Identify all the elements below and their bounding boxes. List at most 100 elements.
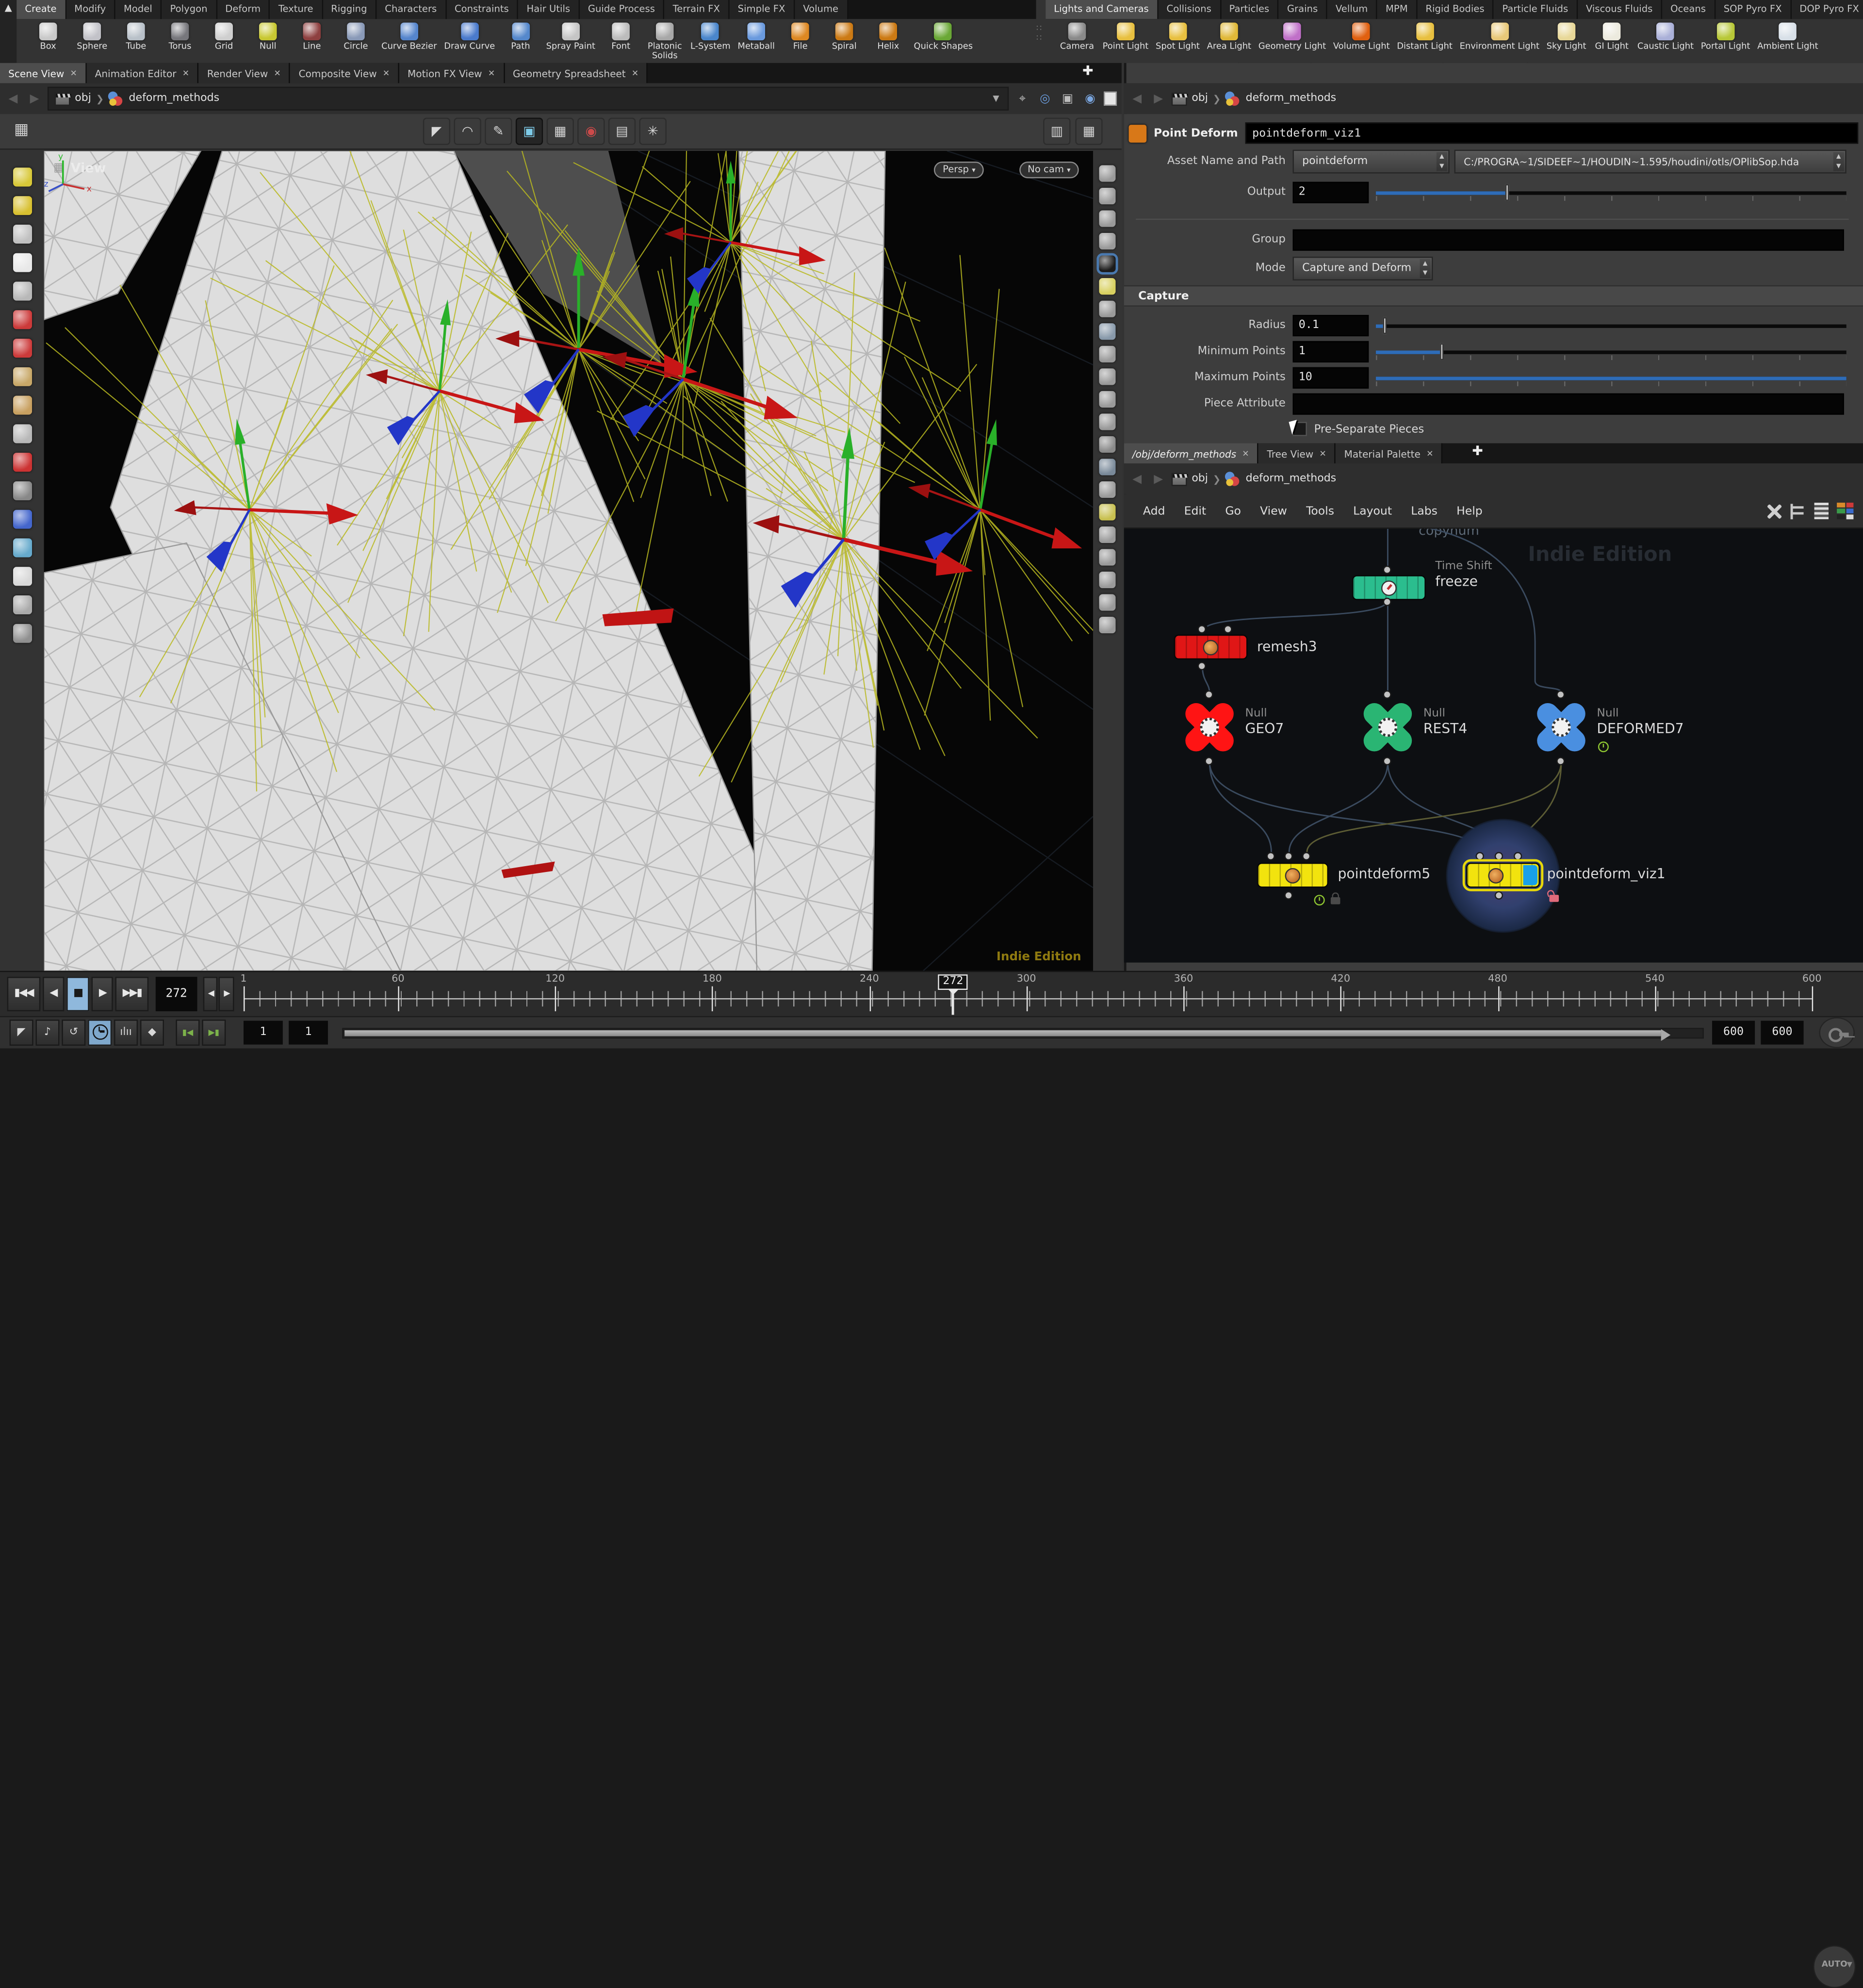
light-icon[interactable] bbox=[1099, 504, 1115, 520]
audio-options-icon[interactable]: ♪ bbox=[35, 1019, 59, 1046]
shelf-tab[interactable]: Volume bbox=[795, 0, 848, 19]
pane-tab[interactable]: Tree View ✕ bbox=[1258, 443, 1336, 463]
snapshot-icon[interactable] bbox=[1099, 165, 1115, 181]
timeline-scrollbar[interactable] bbox=[342, 1028, 1704, 1038]
shelf-tab[interactable]: Viscous Fluids bbox=[1578, 0, 1662, 19]
node-rest4[interactable] bbox=[1358, 698, 1417, 757]
node-output-dot[interactable] bbox=[1205, 757, 1213, 765]
shelf-tab[interactable]: DOP Pyro FX bbox=[1791, 0, 1863, 19]
timeline-scrollbar-thumb[interactable] bbox=[344, 1030, 1661, 1036]
global-range-start-field[interactable]: 1 bbox=[244, 1021, 283, 1045]
shelf-tab[interactable]: MPM bbox=[1377, 0, 1417, 19]
shelf-tool[interactable]: Null bbox=[246, 21, 290, 51]
shelf-tool[interactable]: Curve Bezier bbox=[378, 21, 441, 51]
link-pane-icon[interactable]: ◉ bbox=[1081, 90, 1099, 108]
globe-tool-icon[interactable] bbox=[13, 538, 32, 557]
shelf-tab[interactable]: Modify bbox=[66, 0, 115, 19]
pane-tab[interactable]: Animation Editor ✕ bbox=[86, 63, 198, 83]
hand-tool-icon[interactable] bbox=[13, 424, 32, 443]
measure-icon[interactable] bbox=[1099, 391, 1115, 408]
pane-tab[interactable]: Material Palette ✕ bbox=[1336, 443, 1443, 463]
menu-tools[interactable]: Tools bbox=[1296, 505, 1343, 518]
shelf-tool[interactable]: Grid bbox=[202, 21, 246, 51]
paint-layout-tool-icon[interactable] bbox=[13, 167, 32, 186]
secure-selection-icon[interactable] bbox=[13, 281, 32, 300]
rotate-tool-icon[interactable] bbox=[13, 339, 32, 358]
group-field[interactable] bbox=[1292, 230, 1844, 251]
piece-attribute-field[interactable] bbox=[1292, 394, 1844, 415]
viewport-option-button[interactable]: ▥ bbox=[1043, 117, 1070, 145]
range-start-bracket[interactable]: ▮◀ bbox=[176, 1019, 199, 1046]
realtime-toggle-icon[interactable] bbox=[88, 1019, 112, 1046]
playbar-pointer-icon[interactable]: ◤ bbox=[10, 1019, 33, 1046]
node-input-dot[interactable] bbox=[1284, 852, 1292, 860]
shelf-tab[interactable]: Characters bbox=[376, 0, 446, 19]
shelf-tool[interactable]: Tube bbox=[114, 21, 158, 51]
shelf-tool[interactable]: Draw Curve bbox=[441, 21, 499, 51]
shelf-tool[interactable]: Sphere bbox=[70, 21, 114, 51]
film-camera-icon[interactable] bbox=[1099, 617, 1115, 633]
node-remesh3-label[interactable]: remesh3 bbox=[1257, 638, 1317, 655]
selection-mode-button[interactable]: ✎ bbox=[485, 117, 512, 145]
shelf-tool[interactable]: GI Light bbox=[1590, 21, 1634, 51]
shading-mode-icon[interactable] bbox=[1099, 323, 1115, 340]
selection-mode-button[interactable]: ▦ bbox=[547, 117, 574, 145]
shelf-tool[interactable]: Quick Shapes bbox=[910, 21, 976, 51]
shelf-tab[interactable]: Rigid Bodies bbox=[1417, 0, 1494, 19]
new-pane-tab-button[interactable]: ✚ bbox=[1075, 63, 1100, 79]
menu-labs[interactable]: Labs bbox=[1402, 505, 1447, 518]
mode-dropdown[interactable]: Capture and Deform▲▼ bbox=[1292, 257, 1433, 280]
node-geo7-label[interactable]: NullGEO7 bbox=[1245, 707, 1284, 737]
min-points-field[interactable]: 1 bbox=[1292, 341, 1369, 362]
pane-tab[interactable]: Geometry Spreadsheet ✕ bbox=[505, 63, 648, 83]
pin-pane-icon[interactable]: ⌖ bbox=[1013, 90, 1031, 108]
viewport-option-button[interactable]: ▦ bbox=[1075, 117, 1102, 145]
node-geo7[interactable] bbox=[1180, 698, 1239, 757]
shelf-tool[interactable]: Portal Light bbox=[1697, 21, 1753, 51]
selection-mode-button[interactable]: ◤ bbox=[423, 117, 450, 145]
path-dropdown-caret-icon[interactable]: ▼ bbox=[990, 94, 1001, 103]
selection-mode-button[interactable]: ◠ bbox=[454, 117, 481, 145]
node-freeze[interactable] bbox=[1352, 575, 1426, 600]
shelf-tool[interactable]: Box bbox=[26, 21, 70, 51]
node-input-dot[interactable] bbox=[1224, 625, 1232, 633]
shelf-tool[interactable]: Circle bbox=[334, 21, 378, 51]
max-points-slider[interactable] bbox=[1376, 366, 1847, 390]
shelf-tool[interactable]: Spray Paint bbox=[542, 21, 599, 51]
characters-tool-icon[interactable] bbox=[13, 367, 32, 386]
pane-tab[interactable]: Motion FX View ✕ bbox=[399, 63, 505, 83]
shelf-tool[interactable]: File bbox=[778, 21, 822, 51]
shelf-tab[interactable]: Texture bbox=[270, 0, 323, 19]
node-input-dot[interactable] bbox=[1476, 852, 1484, 860]
playhead-frame-tag[interactable]: 272 bbox=[938, 974, 968, 990]
node-pointdeform-viz1-label[interactable]: pointdeform_viz1 bbox=[1547, 865, 1666, 882]
shelf-tab[interactable]: Hair Utils bbox=[518, 0, 579, 19]
capture-section-header[interactable]: Capture bbox=[1124, 285, 1863, 307]
playback-range-end-field[interactable]: 600 bbox=[1712, 1021, 1755, 1045]
spin-arrows-icon[interactable]: ▲▼ bbox=[1420, 259, 1431, 278]
selection-mode-button[interactable]: ▤ bbox=[608, 117, 636, 145]
tick-display-icon[interactable]: ılıı bbox=[114, 1019, 138, 1046]
shelf-tab[interactable]: Rigging bbox=[323, 0, 376, 19]
node-input-dot[interactable] bbox=[1495, 852, 1503, 860]
pane-layout-icon[interactable] bbox=[1099, 188, 1115, 204]
shelf-tool[interactable]: Helix bbox=[866, 21, 911, 51]
shelf-tab[interactable]: Terrain FX bbox=[665, 0, 730, 19]
shelf-tab[interactable]: Constraints bbox=[446, 0, 519, 19]
shelf-tool[interactable]: Point Light bbox=[1099, 21, 1152, 51]
shelf-tool[interactable]: Torus bbox=[158, 21, 202, 51]
prev-keyframe-button[interactable]: ◀ bbox=[203, 977, 218, 1011]
shelf-tab[interactable]: SOP Pyro FX bbox=[1716, 0, 1792, 19]
camera-badge[interactable]: No cam ▾ bbox=[1019, 162, 1079, 178]
output-slider[interactable] bbox=[1376, 181, 1847, 204]
network-tools-icon[interactable] bbox=[1765, 502, 1782, 520]
shelf-tool[interactable]: Spiral bbox=[822, 21, 866, 51]
play-button[interactable]: ▶ bbox=[92, 977, 113, 1011]
shelf-tab[interactable]: Lights and Cameras bbox=[1046, 0, 1158, 19]
pane-tab[interactable]: Render View ✕ bbox=[199, 63, 291, 83]
tab-close-icon[interactable]: ✕ bbox=[70, 68, 77, 78]
shelf-tab[interactable]: Grains bbox=[1279, 0, 1327, 19]
jump-to-start-button[interactable]: ▮◀◀ bbox=[7, 977, 40, 1011]
current-frame-field[interactable]: 272 bbox=[156, 977, 197, 1011]
auto-update-button[interactable]: AUTO▼ bbox=[1813, 1945, 1856, 1988]
